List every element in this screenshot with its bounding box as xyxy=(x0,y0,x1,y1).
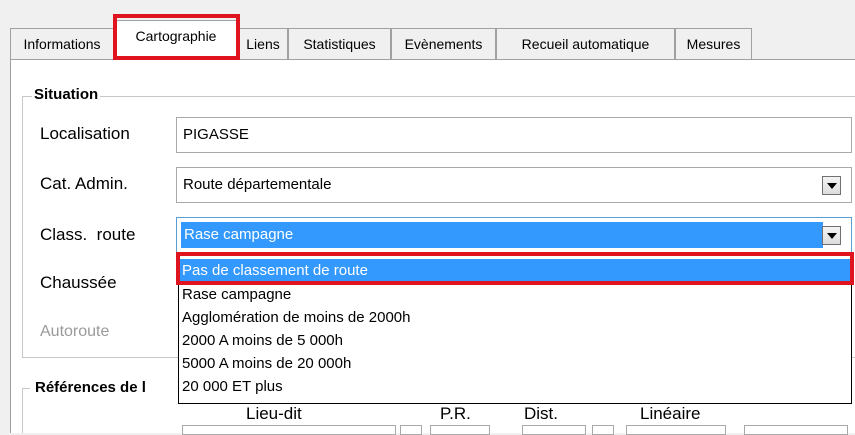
cat-admin-value: Route départementale xyxy=(183,176,332,193)
ref-group-border-left xyxy=(22,388,23,433)
group-border-left xyxy=(22,96,23,358)
tab-informations[interactable]: Informations xyxy=(10,28,114,59)
lieu-dit-field[interactable] xyxy=(182,425,396,435)
class-route-dropdown-button[interactable] xyxy=(822,226,841,245)
dropdown-option-agglomeration[interactable]: Agglomération de moins de 2000h xyxy=(179,306,851,329)
dist-header: Dist. xyxy=(524,404,558,423)
tab-recueil-automatique[interactable]: Recueil automatique xyxy=(496,28,675,59)
class-route-value: Rase campagne xyxy=(184,226,294,243)
autoroute-label: Autoroute xyxy=(40,323,110,340)
pr-header: P.R. xyxy=(440,404,471,423)
tab-statistiques[interactable]: Statistiques xyxy=(288,28,391,59)
tab-cartographie[interactable]: Cartographie xyxy=(113,20,239,60)
situation-group-title: Situation xyxy=(32,86,101,103)
chevron-down-icon xyxy=(827,183,837,189)
dropdown-option-20000-plus[interactable]: 20 000 ET plus xyxy=(179,375,851,398)
localisation-field[interactable]: PIGASSE xyxy=(176,117,852,153)
chevron-down-icon xyxy=(827,233,837,239)
pr-field[interactable] xyxy=(430,425,490,435)
lieu-dit-header: Lieu-dit xyxy=(246,404,302,423)
dist-button[interactable] xyxy=(592,425,614,435)
lieu-dit-button[interactable] xyxy=(400,425,422,435)
class-route-dropdown-list: Pas de classement de route Rase campagne… xyxy=(178,254,852,404)
chaussee-label: Chaussée xyxy=(40,273,117,292)
tab-mesures[interactable]: Mesures xyxy=(675,28,752,59)
tab-evenements[interactable]: Evènements xyxy=(391,28,496,59)
localisation-label: Localisation xyxy=(40,124,130,143)
class-route-label: Class. route xyxy=(40,225,136,244)
extra-field[interactable] xyxy=(744,425,848,435)
lineaire-field[interactable] xyxy=(626,425,726,435)
group-border-top xyxy=(22,96,855,97)
references-group-title: Références de l xyxy=(33,379,148,396)
dist-field[interactable] xyxy=(522,425,586,435)
dropdown-option-rase-campagne[interactable]: Rase campagne xyxy=(179,283,851,306)
tab-liens[interactable]: Liens xyxy=(238,28,288,59)
lineaire-header: Linéaire xyxy=(640,404,701,423)
ref-group-border-top xyxy=(22,388,30,389)
cat-admin-dropdown-button[interactable] xyxy=(822,176,841,195)
cat-admin-select[interactable]: Route départementale xyxy=(176,167,852,203)
dropdown-option-pas-de-classement[interactable]: Pas de classement de route xyxy=(179,259,851,282)
cat-admin-label: Cat. Admin. xyxy=(40,174,128,193)
dropdown-option-2000-5000[interactable]: 2000 A moins de 5 000h xyxy=(179,329,851,352)
class-route-select[interactable]: Rase campagne xyxy=(176,217,852,253)
dropdown-option-5000-20000[interactable]: 5000 A moins de 20 000h xyxy=(179,352,851,375)
class-route-selected: Rase campagne xyxy=(181,222,823,248)
